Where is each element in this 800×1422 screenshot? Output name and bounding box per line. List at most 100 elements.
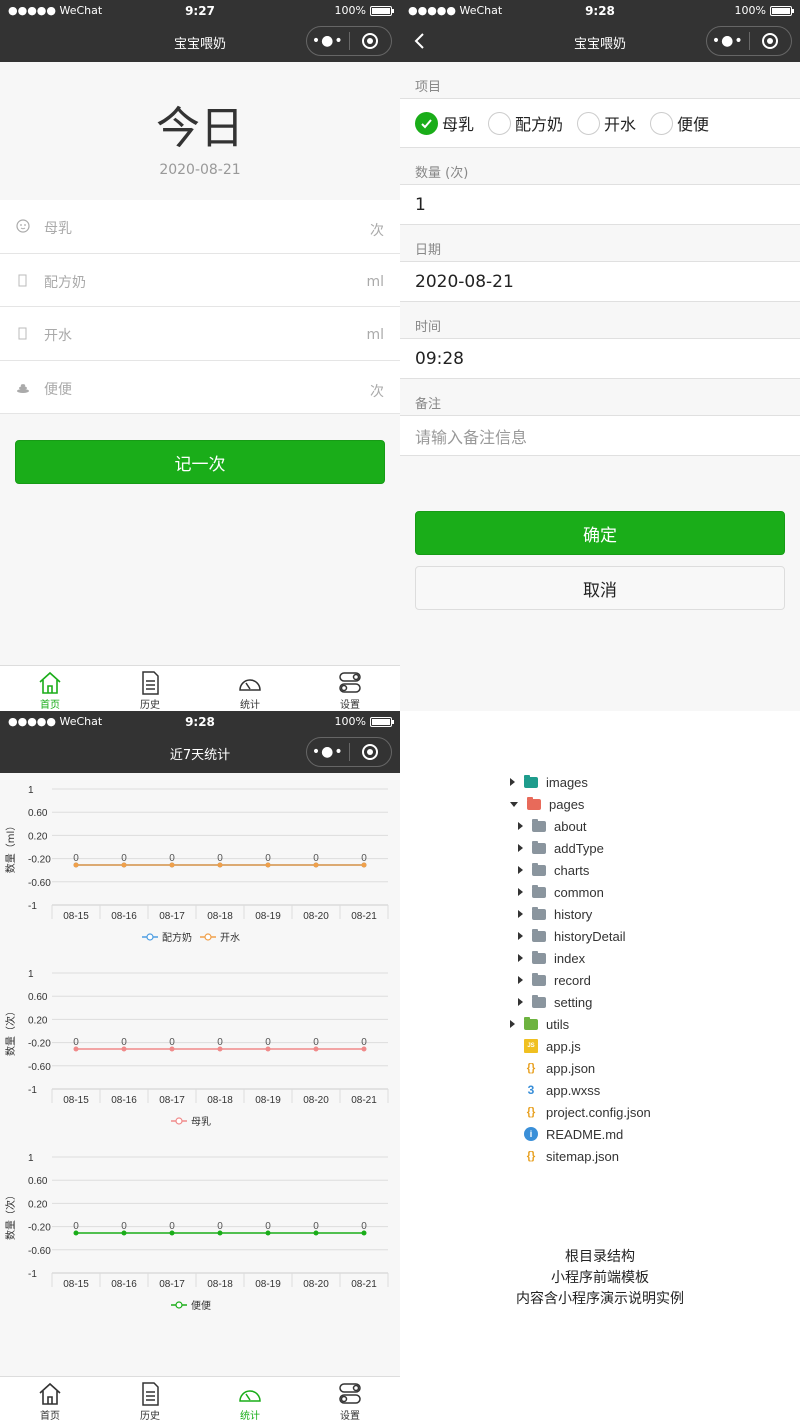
tree-item-app-js[interactable]: JS app.js	[510, 1035, 581, 1057]
tree-item-charts[interactable]: charts	[518, 859, 589, 881]
close-program-icon[interactable]	[349, 744, 391, 760]
expand-arrow-icon[interactable]	[510, 801, 518, 807]
tree-item-app-json[interactable]: {} app.json	[510, 1057, 595, 1079]
tab-label: 统计	[240, 1411, 260, 1422]
info-file-icon: i	[524, 1127, 538, 1141]
tree-item-addType[interactable]: addType	[518, 837, 604, 859]
x-tick-label: 08-21	[351, 1095, 377, 1106]
expand-arrow-icon[interactable]	[518, 976, 523, 984]
summary-unit: ml	[366, 273, 384, 290]
data-label: 0	[217, 853, 223, 864]
tree-item-label: sitemap.json	[546, 1148, 619, 1164]
time-picker[interactable]: 09:28	[400, 338, 800, 379]
tree-item-utils[interactable]: utils	[510, 1013, 569, 1035]
caption: 根目录结构 小程序前端模板 内容含小程序演示说明实例	[400, 1247, 800, 1310]
summary-row-poop[interactable]: 便便 次	[0, 361, 400, 414]
date-label: 日期	[415, 243, 442, 258]
x-tick-label: 08-19	[255, 911, 281, 922]
summary-row-breastmilk[interactable]: 母乳 次	[0, 200, 400, 254]
summary-label: 配方奶	[44, 274, 86, 291]
tree-item-record[interactable]: record	[518, 969, 591, 991]
y-tick-label: 1	[28, 1153, 34, 1164]
summary-unit: 次	[370, 383, 384, 400]
record-button[interactable]: 记一次	[15, 440, 385, 484]
summary-row-formula[interactable]: 配方奶 ml	[0, 254, 400, 307]
expand-arrow-icon[interactable]	[518, 822, 523, 830]
summary-row-water[interactable]: 开水 ml	[0, 307, 400, 361]
tree-item-setting[interactable]: setting	[518, 991, 592, 1013]
tree-item-label: record	[554, 972, 591, 988]
home-icon	[39, 671, 61, 694]
expand-arrow-icon[interactable]	[510, 1020, 515, 1028]
radio-water[interactable]: 开水	[577, 111, 636, 135]
expand-arrow-icon[interactable]	[518, 866, 523, 874]
tab-stats[interactable]: 统计	[200, 1377, 300, 1422]
radio-formula[interactable]: 配方奶	[488, 111, 563, 135]
summary-label: 母乳	[44, 221, 72, 237]
y-tick-label: -0.20	[28, 855, 51, 866]
expand-arrow-icon[interactable]	[518, 998, 523, 1006]
caption-line: 根目录结构	[565, 1249, 635, 1265]
date-value: 2020-08-21	[415, 271, 514, 292]
y-tick-label: -0.20	[28, 1223, 51, 1234]
tree-item-historyDetail[interactable]: historyDetail	[518, 925, 626, 947]
tree-item-images[interactable]: images	[510, 771, 588, 793]
note-input[interactable]: 请输入备注信息	[400, 415, 800, 456]
date-picker[interactable]: 2020-08-21	[400, 261, 800, 302]
quantity-input[interactable]: 1	[400, 184, 800, 225]
tree-item-label: common	[554, 884, 604, 900]
tree-item-README-md[interactable]: i README.md	[510, 1123, 623, 1145]
tab-history[interactable]: 历史	[100, 1377, 200, 1422]
expand-arrow-icon[interactable]	[510, 778, 515, 786]
tree-item-sitemap-json[interactable]: {} sitemap.json	[510, 1145, 619, 1167]
data-point	[361, 862, 367, 868]
tree-item-label: addType	[554, 840, 604, 856]
tab-label: 首页	[40, 700, 60, 711]
more-icon[interactable]: •●•	[307, 744, 349, 760]
more-icon[interactable]: •●•	[707, 33, 749, 49]
mini-program-capsule: •●•	[306, 26, 392, 56]
mini-program-capsule: •●•	[306, 737, 392, 767]
y-tick-label: 1	[28, 785, 34, 796]
radio-breastmilk[interactable]: 母乳	[415, 111, 474, 135]
tab-history[interactable]: 历史	[100, 666, 200, 711]
data-point	[73, 862, 79, 868]
data-label: 0	[121, 1221, 127, 1232]
tree-item-project-config-json[interactable]: {} project.config.json	[510, 1101, 651, 1123]
tab-home[interactable]: 首页	[0, 1377, 100, 1422]
css-file-icon: 3	[527, 1083, 535, 1097]
tree-item-app-wxss[interactable]: 3 app.wxss	[510, 1079, 601, 1101]
expand-arrow-icon[interactable]	[518, 910, 523, 918]
tree-item-about[interactable]: about	[518, 815, 587, 837]
status-bar: ●●●●● WeChat 9:28 100%	[400, 0, 800, 22]
tree-item-pages[interactable]: pages	[510, 793, 584, 815]
tree-item-index[interactable]: index	[518, 947, 585, 969]
close-program-icon[interactable]	[349, 33, 391, 49]
project-radio-group: 母乳 配方奶 开水 便便	[400, 98, 800, 148]
expand-arrow-icon[interactable]	[518, 954, 523, 962]
tab-settings[interactable]: 设置	[300, 666, 400, 711]
folder-icon	[532, 862, 546, 876]
quantity-label: 数量 (次)	[415, 166, 469, 181]
tab-stats[interactable]: 统计	[200, 666, 300, 711]
expand-arrow-icon[interactable]	[518, 932, 523, 940]
tab-settings[interactable]: 设置	[300, 1377, 400, 1422]
tree-item-history[interactable]: history	[518, 903, 592, 925]
expand-arrow-icon[interactable]	[518, 844, 523, 852]
more-icon[interactable]: •●•	[307, 33, 349, 49]
time-value: 09:28	[415, 348, 464, 369]
data-label: 0	[73, 1037, 79, 1048]
x-tick-label: 08-16	[111, 1095, 137, 1106]
close-program-icon[interactable]	[749, 33, 791, 49]
legend-marker	[175, 1301, 183, 1309]
radio-poop[interactable]: 便便	[650, 111, 709, 135]
summary-label: 开水	[44, 328, 72, 344]
tree-item-common[interactable]: common	[518, 881, 604, 903]
expand-arrow-icon[interactable]	[518, 888, 523, 896]
mini-program-capsule: •●•	[706, 26, 792, 56]
confirm-button[interactable]: 确定	[415, 511, 785, 555]
folder-icon	[532, 818, 546, 832]
tree-item-label: app.wxss	[546, 1082, 601, 1098]
tab-home[interactable]: 首页	[0, 666, 100, 711]
cancel-button[interactable]: 取消	[415, 566, 785, 610]
